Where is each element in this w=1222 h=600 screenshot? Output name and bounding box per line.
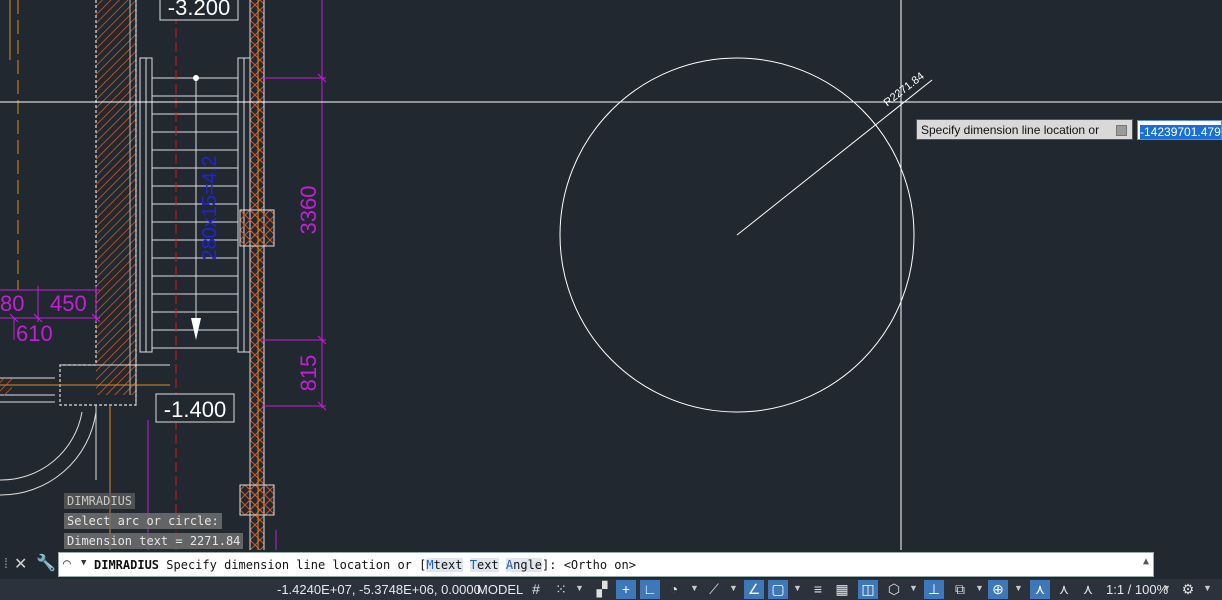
infer-icon[interactable]: ▞ <box>592 580 612 599</box>
history-expand-icon[interactable]: ▲ <box>1143 556 1149 567</box>
stair-label: 280x15=4.2 <box>199 155 221 260</box>
option-angle[interactable]: Angle <box>505 558 543 572</box>
cursor-coordinates[interactable]: -1.4240E+07, -5.3748E+06, 0.0000 <box>277 582 481 597</box>
ortho-icon[interactable]: ∟ <box>640 580 660 599</box>
tooltip-options-icon[interactable] <box>1116 125 1127 136</box>
status-bar: -1.4240E+07, -5.3748E+06, 0.0000 MODEL #… <box>0 579 1222 600</box>
dim-text-815: 815 <box>296 355 321 392</box>
gizmo-dropdown[interactable]: ▼ <box>1014 583 1023 593</box>
tooltip-prompt: Specify dimension line location or <box>921 123 1100 137</box>
elevation-label-top: -3.200 <box>168 0 230 20</box>
wrench-icon[interactable]: 🔧 <box>36 553 56 573</box>
command-prompt: DIMRADIUS Specify dimension line locatio… <box>94 558 636 572</box>
model-space-button[interactable]: MODEL <box>477 582 523 597</box>
annotation-scale-icon[interactable]: ⋏ <box>1078 580 1098 599</box>
recent-commands-dropdown[interactable]: ▼ <box>81 558 86 568</box>
command-name: DIMRADIUS <box>94 558 160 572</box>
dim-text-3360: 3360 <box>296 186 321 235</box>
radius-dimension-line <box>736 79 933 236</box>
snap-icon[interactable]: ⁙ <box>551 580 571 599</box>
3d-osnap-icon[interactable]: ⬡ <box>884 580 904 599</box>
selection-filter-dropdown[interactable]: ▼ <box>975 583 984 593</box>
dim-text-610: 610 <box>16 321 53 346</box>
door-swing-arc <box>0 411 97 496</box>
scale-dropdown[interactable]: ▼ <box>1162 583 1171 593</box>
annotation-visibility-icon[interactable]: ⋏ <box>1030 580 1050 599</box>
selection-filter-icon[interactable]: ⧉ <box>950 580 970 599</box>
dimradius-icon: ⌒ <box>63 556 71 571</box>
object-snap-dropdown[interactable]: ▼ <box>793 583 802 593</box>
door-swing-arc <box>0 411 83 481</box>
history-line: Select arc or circle: <box>64 513 222 529</box>
right-wall <box>239 0 277 550</box>
lineweight-icon[interactable]: ≡ <box>808 580 828 599</box>
command-input[interactable]: ⌒ ▼ DIMRADIUS Specify dimension line loc… <box>58 552 1154 577</box>
workspace-gear-icon[interactable]: ⚙ <box>1178 580 1198 599</box>
grid-icon[interactable]: # <box>526 580 546 599</box>
history-line: Dimension text = 2271.84 <box>64 533 244 549</box>
dim-text-80: 80 <box>0 291 24 316</box>
object-snap-tracking-icon[interactable]: ∠ <box>744 580 764 599</box>
prompt-suffix: ]: <Ortho on> <box>542 558 636 572</box>
dynamic-input-tooltip: Specify dimension line location or <box>916 119 1133 140</box>
dim-text-450: 450 <box>50 291 87 316</box>
dynamic-input-field[interactable]: -14239701.4793 <box>1137 120 1222 140</box>
option-text[interactable]: Text <box>469 558 499 572</box>
3d-osnap-dropdown[interactable]: ▼ <box>909 583 918 593</box>
workspace-dropdown[interactable]: ▼ <box>1203 583 1212 593</box>
command-line-bar: ⁞ ✕ 🔧 ⌒ ▼ DIMRADIUS Specify dimension li… <box>0 552 1222 578</box>
elevation-label-bottom: -1.400 <box>164 397 226 422</box>
option-mtext[interactable]: Mtext <box>426 558 463 572</box>
isodraft-dropdown[interactable]: ▼ <box>729 583 738 593</box>
grip-icon[interactable]: ⁞ <box>4 555 12 575</box>
polar-dropdown[interactable]: ▼ <box>690 583 699 593</box>
history-line: DIMRADIUS <box>64 493 136 509</box>
dynamic-input-value[interactable]: -14239701.4793 <box>1140 125 1221 139</box>
dynamic-input-icon[interactable]: + <box>616 580 636 599</box>
dynamic-ucs-icon[interactable]: ⊥ <box>924 580 944 599</box>
close-icon[interactable]: ✕ <box>14 554 27 574</box>
prompt-text: Specify dimension line location or [ <box>166 558 427 572</box>
drawing-canvas[interactable]: 3360 815 80 450 610 280x15=4.2 -3.200 -1… <box>0 0 1222 600</box>
object-snap-icon[interactable]: ▢ <box>768 580 788 599</box>
snap-dropdown[interactable]: ▼ <box>575 583 584 593</box>
transparency-icon[interactable]: ▦ <box>832 580 852 599</box>
annotation-scale[interactable]: 1:1 / 100% <box>1106 582 1168 597</box>
isodraft-icon[interactable]: ⟋ <box>704 580 724 599</box>
selection-cycling-icon[interactable]: ◫ <box>858 580 878 599</box>
gizmo-icon[interactable]: ⊕ <box>988 580 1008 599</box>
polar-icon[interactable]: ◔ <box>664 580 684 599</box>
auto-scale-icon[interactable]: ⋏ <box>1054 580 1074 599</box>
